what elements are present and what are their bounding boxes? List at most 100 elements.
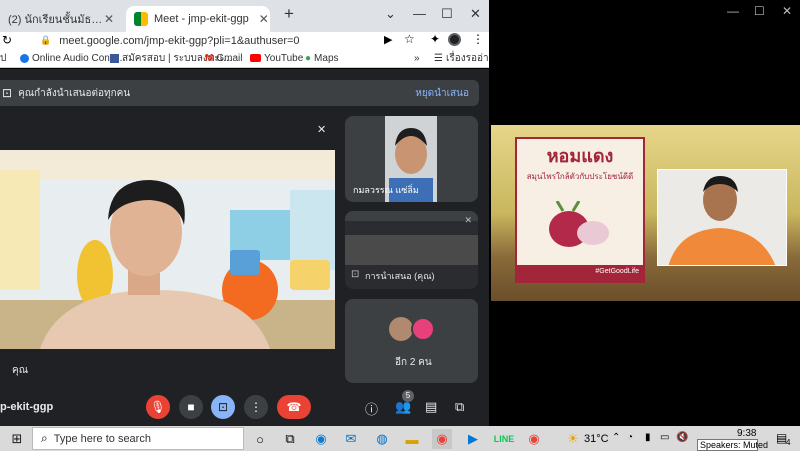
url-field[interactable]: 🔒 meet.google.com/jmp-ekit-ggp?pli=1&aut… [40, 32, 300, 49]
tray-chevron-icon[interactable]: ⌃ [612, 432, 620, 443]
meet-control-bar: p-ekit-ggp 🎙 ■ ⊡ ⋮ ☎ ⓘ 👥 5 ▤ ⧉ [0, 389, 489, 427]
presenting-text: คุณกำลังนำเสนอต่อทุกคน [18, 87, 131, 99]
tray-icon[interactable]: ▮ [645, 432, 651, 443]
avatar [389, 317, 413, 341]
bookmark-youtube[interactable]: YouTube [250, 49, 303, 67]
participant-tile[interactable]: กมลวรรณ แซ่ลิ่ม [345, 116, 478, 202]
leave-call-button[interactable]: ☎ [277, 395, 311, 419]
present-icon: ⊡ [217, 400, 229, 414]
file-explorer-icon[interactable]: ▬ [402, 429, 422, 449]
stop-presenting-button[interactable]: หยุดนำเสนอ [415, 86, 469, 101]
chrome-icon[interactable]: ◉ [524, 429, 544, 449]
audio-icon [20, 53, 29, 63]
menu-icon[interactable]: ⋮ [472, 32, 484, 46]
bookmark-item[interactable]: ป [0, 49, 6, 67]
present-icon: ⊡ [351, 269, 360, 280]
edge-icon[interactable]: ◉ [311, 429, 331, 449]
bookmark-label: Maps [314, 52, 339, 64]
extensions-icon[interactable]: ✦ [430, 32, 440, 46]
task-view-icon[interactable]: ⧉ [280, 429, 300, 449]
bookmark-gmail[interactable]: M Gmail [205, 49, 242, 67]
clock-time[interactable]: 9:38 [737, 428, 756, 439]
speaker-name-label: คุณ [12, 365, 28, 376]
camera-toggle-button[interactable]: ■ [179, 395, 203, 419]
tray-icon[interactable]: ◔ [627, 432, 633, 443]
slide-title: หอมแดง [546, 146, 614, 166]
chat-icon[interactable]: ▤ [425, 399, 437, 415]
present-button[interactable]: ⊡ [211, 395, 235, 419]
close-icon[interactable]: ✕ [259, 12, 269, 26]
bookmarks-more-button[interactable]: » [414, 49, 420, 67]
mail-icon[interactable]: ✉ [341, 429, 361, 449]
bookmark-maps[interactable]: ● Maps [305, 49, 339, 67]
participant-count-badge: 5 [402, 390, 414, 402]
address-bar: ↻ 🔒 meet.google.com/jmp-ekit-ggp?pli=1&a… [0, 32, 489, 49]
slide-subtitle: สมุนไพรใกล้ตัวกับประโยชน์ดีดี [526, 172, 634, 181]
meet-window: ⊡ คุณกำลังนำเสนอต่อทุกคน หยุดนำเสนอ ✕ คุ… [0, 69, 489, 426]
meeting-code: p-ekit-ggp [0, 401, 54, 413]
slide-footer: #GetGoodLife [517, 265, 643, 281]
mic-muted-icon: ✕ [317, 124, 327, 136]
camera-icon[interactable]: ▶ [384, 33, 392, 46]
bookmark-label: Online Audio Conv... [32, 52, 123, 64]
windows-taskbar: ⊞ ⌕ Type here to search ○ ⧉ ◉ ✉ ◍ ▬ ◉ ▶ … [0, 426, 800, 451]
youtube-icon [250, 54, 261, 62]
bookmark-online-audio[interactable]: Online Audio Conv... [20, 49, 122, 67]
more-options-button[interactable]: ⋮ [244, 395, 268, 419]
presentation-tile[interactable]: ✕ ⊡ การนำเสนอ (คุณ) [345, 211, 478, 289]
mic-toggle-button[interactable]: 🎙 [146, 395, 170, 419]
taskbar-search-box[interactable]: ⌕ Type here to search [32, 427, 244, 450]
lock-icon[interactable]: 🔒 [40, 35, 51, 46]
maximize-button[interactable]: ☐ [754, 4, 765, 18]
tray-icon[interactable]: ▭ [660, 432, 669, 443]
tab-meet[interactable]: Meet - jmp-ekit-ggp ✕ [126, 6, 270, 32]
maximize-button[interactable]: ☐ [441, 6, 453, 22]
close-window-button[interactable]: ✕ [470, 6, 481, 22]
weather-icon: ☀ [567, 431, 579, 446]
gmail-icon: M [205, 52, 214, 64]
bookmarks-bar: ป Online Audio Conv... สมัครสอบ | ระบบลง… [0, 49, 495, 68]
speaker-muted-icon[interactable]: 🔇 [676, 432, 688, 443]
star-icon[interactable]: ☆ [404, 32, 415, 46]
others-tile[interactable]: อีก 2 คน [345, 299, 478, 383]
notification-count: 4 [786, 438, 791, 447]
minimize-button[interactable]: — [413, 6, 426, 21]
tab-search-icon[interactable]: ⌄ [385, 6, 396, 22]
media-icon[interactable]: ▶ [463, 429, 483, 449]
mic-off-icon: 🎙 [150, 400, 166, 414]
volume-tooltip: Speakers: Muted [697, 439, 768, 451]
search-placeholder: Type here to search [53, 432, 151, 445]
close-window-button[interactable]: ✕ [782, 4, 792, 18]
avatar[interactable] [448, 33, 461, 46]
info-icon[interactable]: ⓘ [365, 399, 378, 418]
hang-up-icon: ☎ [286, 400, 302, 414]
cortana-icon[interactable]: ○ [250, 429, 270, 449]
presenting-banner: ⊡ คุณกำลังนำเสนอต่อทุกคน หยุดนำเสนอ [0, 80, 479, 106]
others-label: อีก 2 คน [395, 357, 432, 368]
main-speaker-video[interactable] [0, 150, 335, 349]
close-icon[interactable]: ✕ [104, 12, 114, 26]
temperature-label[interactable]: 31°C [584, 433, 609, 445]
presentation-thumb-video [345, 235, 478, 265]
speaker-video-frame [0, 150, 335, 349]
chrome-icon[interactable]: ◉ [432, 429, 452, 449]
windows-start-icon[interactable]: ⊞ [7, 429, 27, 449]
slide-poster: หอมแดง สมุนไพรใกล้ตัวกับประโยชน์ดีดี #Ge… [515, 137, 645, 283]
slide-hashtag: #GetGoodLife [595, 268, 639, 275]
tab-title: (2) นักเรียนชั้นมัธยมศึกษาปีที่ 1 ห้องก [8, 14, 104, 26]
url-text: meet.google.com/jmp-ekit-ggp?pli=1&authu… [59, 34, 300, 47]
tab-classroom[interactable]: (2) นักเรียนชั้นมัธยมศึกษาปีที่ 1 ห้องก … [0, 6, 122, 32]
new-tab-button[interactable]: + [284, 4, 294, 24]
tab-title: Meet - jmp-ekit-ggp [154, 13, 249, 25]
participant-name: กมลวรรณ แซ่ลิ่ม [353, 185, 419, 195]
line-icon[interactable]: LINE [494, 429, 515, 449]
reading-list[interactable]: ☰ เรื่องรออ่าน [434, 49, 495, 67]
shared-slide: หอมแดง สมุนไพรใกล้ตัวกับประโยชน์ดีดี #Ge… [491, 125, 800, 301]
presentation-thumb-banner [345, 211, 478, 221]
globe-icon[interactable]: ◍ [372, 429, 392, 449]
search-icon: ⌕ [41, 431, 48, 445]
refresh-icon[interactable]: ↻ [2, 33, 12, 47]
mic-muted-icon: ✕ [464, 215, 472, 225]
minimize-button[interactable]: — [727, 4, 739, 18]
activities-icon[interactable]: ⧉ [455, 399, 464, 415]
